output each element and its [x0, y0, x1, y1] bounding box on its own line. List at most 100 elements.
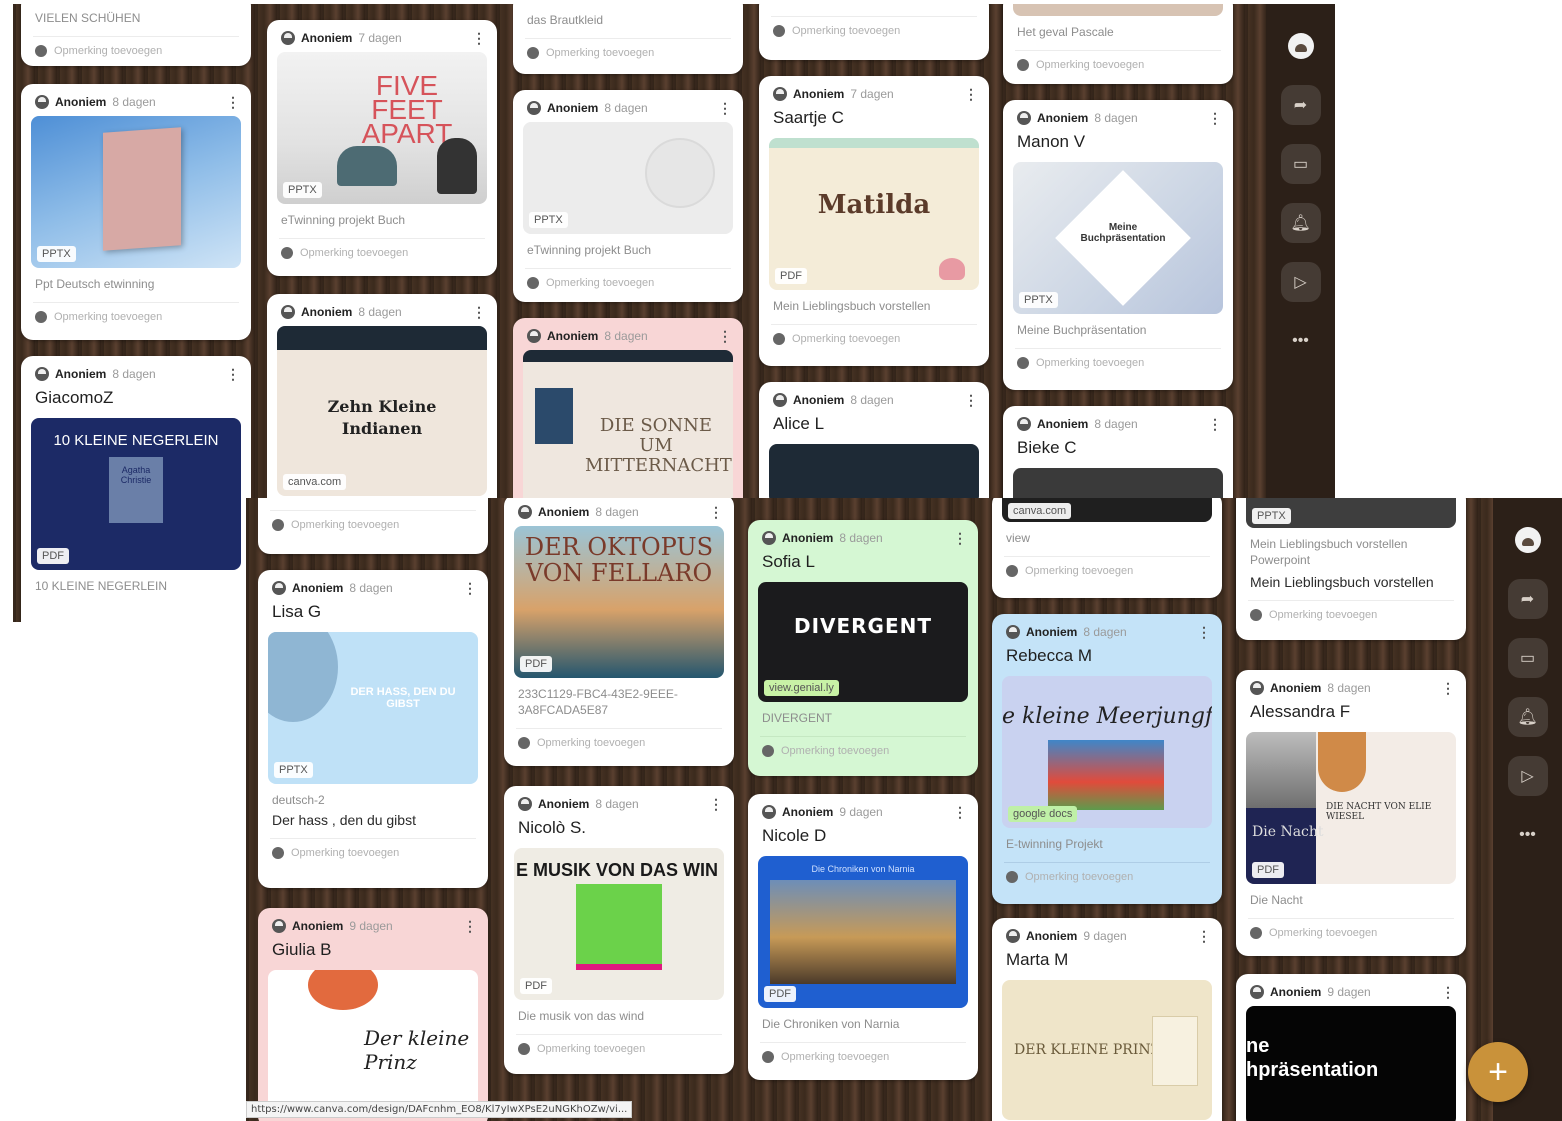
post-card[interactable]: Anoniem 7 dagen ⋮ Saartje C Matilda PDF Me… [759, 76, 989, 366]
add-comment[interactable]: Opmerking toevoegen [279, 238, 485, 271]
more-options-icon[interactable]: ⋮ [1197, 928, 1211, 945]
bell-icon[interactable]: 🔔︎ [1280, 203, 1321, 243]
post-card[interactable]: Anoniem 8 dagen ⋮ Manon V Meine Buchpräsen… [1003, 100, 1233, 390]
add-comment[interactable]: Opmerking toevoegen [1248, 918, 1454, 951]
add-comment[interactable]: Opmerking toevoegen [771, 324, 977, 357]
add-comment[interactable]: Opmerking toevoegen [1004, 556, 1210, 589]
post-card[interactable]: Anoniem 8 dagen ⋮ Lisa G DER HASS, DEN DU … [258, 570, 488, 888]
post-card[interactable]: Anoniem 7 dagen ⋮ FIVE FEET APART PPTX eTw… [267, 20, 497, 276]
add-comment[interactable]: Opmerking toevoegen [270, 838, 476, 871]
more-options-icon[interactable]: ⋮ [953, 804, 967, 821]
attachment-thumbnail[interactable] [769, 444, 979, 504]
share-icon[interactable]: ➦ [1507, 579, 1548, 619]
attachment-thumbnail[interactable]: DIVERGENT view.genial.ly [758, 582, 968, 702]
post-card[interactable]: PPTX Mein Lieblingsbuch vorstellen Power… [1236, 498, 1466, 640]
more-icon[interactable]: ••• [1281, 321, 1321, 361]
add-comment[interactable]: Opmerking toevoegen [516, 728, 722, 761]
bell-icon[interactable]: 🔔︎ [1507, 697, 1548, 737]
attachment-thumbnail[interactable]: canva.com [1002, 498, 1212, 522]
add-comment[interactable]: Opmerking toevoegen [1248, 600, 1454, 633]
post-card[interactable]: Anoniem 9 dagen ⋮ ne hpräsentation [1236, 974, 1466, 1121]
post-card[interactable]: das Brautkleid Opmerking toevoegen [513, 4, 743, 74]
play-icon[interactable]: ▷ [1507, 756, 1548, 796]
post-card[interactable]: Anoniem 8 dagen ⋮ PPTX eTwinning projekt B… [513, 90, 743, 302]
play-icon[interactable]: ▷ [1280, 262, 1321, 302]
post-card[interactable]: Anoniem 8 dagen ⋮ Rebecca M e kleine Meerj… [992, 614, 1222, 904]
post-card[interactable]: Anoniem 8 dagen ⋮ Nicolò S. E MUSIK VON DA… [504, 786, 734, 1074]
attachment-thumbnail[interactable]: Der kleine Prinz [268, 970, 478, 1110]
more-options-icon[interactable]: ⋮ [1441, 984, 1455, 1001]
add-comment[interactable]: Opmerking toevoegen [1015, 50, 1221, 83]
add-comment[interactable]: Opmerking toevoegen [760, 1042, 966, 1075]
attachment-thumbnail[interactable]: ne hpräsentation [1246, 1006, 1456, 1121]
attachment-thumbnail[interactable]: e kleine Meerjungfrau google docs [1002, 676, 1212, 828]
attachment-thumbnail[interactable]: DER OKTOPUS VON FELLARO PDF [514, 526, 724, 678]
post-card[interactable]: Anoniem 9 dagen ⋮ Marta M DER KLEINE PRINZ [992, 918, 1222, 1121]
attachment-thumbnail[interactable]: E MUSIK VON DAS WIN PDF [514, 848, 724, 1000]
more-options-icon[interactable]: ⋮ [472, 30, 486, 47]
post-card[interactable]: Anoniem 9 dagen ⋮ Nicole D Die Chroniken v… [748, 794, 978, 1080]
attachment-thumbnail[interactable]: Die Chroniken von Narnia PDF [758, 856, 968, 1008]
more-options-icon[interactable]: ⋮ [1197, 624, 1211, 641]
add-comment[interactable]: Opmerking toevoegen [1015, 348, 1221, 381]
add-comment[interactable]: Opmerking toevoegen [1004, 862, 1210, 895]
attachment-thumbnail[interactable]: DER HASS, DEN DU GIBST PPTX [268, 632, 478, 784]
post-card[interactable]: Opmerking toevoegen [258, 498, 488, 554]
post-card[interactable]: Anoniem 8 dagen ⋮ Sofia L DIVERGENT view.g… [748, 520, 978, 776]
post-header: Anoniem 8 dagen ⋮ [759, 382, 989, 408]
post-card[interactable]: VIELEN SCHÜHEN Opmerking toevoegen [21, 4, 251, 66]
post-card[interactable]: Het geval Pascale Opmerking toevoegen [1003, 4, 1233, 84]
avatar-icon[interactable] [1281, 26, 1321, 66]
attachment-thumbnail[interactable]: Die Nacht DIE NACHT VON ELIE WIESEL PDF [1246, 732, 1456, 884]
add-comment[interactable]: Opmerking toevoegen [760, 736, 966, 769]
more-options-icon[interactable]: ⋮ [709, 796, 723, 813]
more-options-icon[interactable]: ⋮ [463, 918, 477, 935]
attachment-thumbnail[interactable]: Meine Buchpräsentation PPTX [1013, 162, 1223, 314]
post-card[interactable]: Anoniem 8 dagen ⋮ DER OKTOPUS VON FELLARO … [504, 498, 734, 766]
more-options-icon[interactable]: ⋮ [718, 328, 732, 345]
more-options-icon[interactable]: ⋮ [1208, 416, 1222, 433]
more-options-icon[interactable]: ⋮ [953, 530, 967, 547]
avatar-icon[interactable] [1508, 520, 1548, 560]
post-title: Saartje C [773, 108, 844, 127]
add-comment[interactable]: Opmerking toevoegen [270, 510, 476, 543]
attachment-thumbnail[interactable]: DER KLEINE PRINZ [1002, 980, 1212, 1120]
more-options-icon[interactable]: ⋮ [964, 86, 978, 103]
post-card[interactable]: canva.com view Opmerking toevoegen [992, 498, 1222, 598]
more-options-icon[interactable]: ⋮ [718, 100, 732, 117]
post-card[interactable]: Anoniem 8 dagen ⋮ PPTX Ppt Deutsch etwinni… [21, 84, 251, 340]
attachment-thumbnail[interactable]: PPTX [31, 116, 241, 268]
attachment-thumbnail[interactable]: Matilda PDF [769, 138, 979, 290]
more-options-icon[interactable]: ⋮ [226, 366, 240, 383]
attachment-thumbnail[interactable]: Zehn Kleine Indianen canva.com [277, 326, 487, 496]
add-post-button[interactable]: + [1468, 1042, 1528, 1102]
more-options-icon[interactable]: ⋮ [463, 580, 477, 597]
post-card[interactable]: Anoniem 8 dagen ⋮ Alessandra F Die Nacht D… [1236, 670, 1466, 956]
attachment-thumbnail[interactable]: PPTX [523, 122, 733, 234]
add-comment[interactable]: Opmerking toevoegen [771, 16, 977, 49]
attachment-thumbnail[interactable] [1013, 4, 1223, 16]
post-card[interactable]: Opmerking toevoegen [759, 4, 989, 60]
more-icon[interactable]: ••• [1508, 815, 1548, 855]
avatar-icon [272, 519, 284, 531]
more-options-icon[interactable]: ⋮ [472, 304, 486, 321]
post-card[interactable]: Anoniem 9 dagen ⋮ Giulia B Der kleine Prin… [258, 908, 488, 1121]
more-options-icon[interactable]: ⋮ [1208, 110, 1222, 127]
add-comment[interactable]: Opmerking toevoegen [525, 38, 731, 71]
more-options-icon[interactable]: ⋮ [709, 504, 723, 521]
add-comment[interactable]: Opmerking toevoegen [33, 36, 239, 66]
post-card[interactable]: Anoniem 8 dagen ⋮ GiacomoZ 10 KLEINE NEGER… [21, 356, 251, 622]
more-options-icon[interactable]: ⋮ [226, 94, 240, 111]
add-comment[interactable]: Opmerking toevoegen [516, 1034, 722, 1067]
attachment-thumbnail[interactable]: DIE SONNE UM MITTERNACHT [523, 350, 733, 520]
slideshow-icon[interactable]: ▭ [1507, 638, 1548, 678]
attachment-thumbnail[interactable]: 10 KLEINE NEGERLEIN Agatha Christie PDF [31, 418, 241, 570]
attachment-thumbnail[interactable]: FIVE FEET APART PPTX [277, 52, 487, 204]
more-options-icon[interactable]: ⋮ [1441, 680, 1455, 697]
slideshow-icon[interactable]: ▭ [1280, 144, 1321, 184]
more-options-icon[interactable]: ⋮ [964, 392, 978, 409]
share-icon[interactable]: ➦ [1280, 85, 1321, 125]
add-comment[interactable]: Opmerking toevoegen [525, 268, 731, 301]
attachment-thumbnail[interactable]: PPTX [1246, 498, 1456, 528]
add-comment[interactable]: Opmerking toevoegen [33, 302, 239, 335]
